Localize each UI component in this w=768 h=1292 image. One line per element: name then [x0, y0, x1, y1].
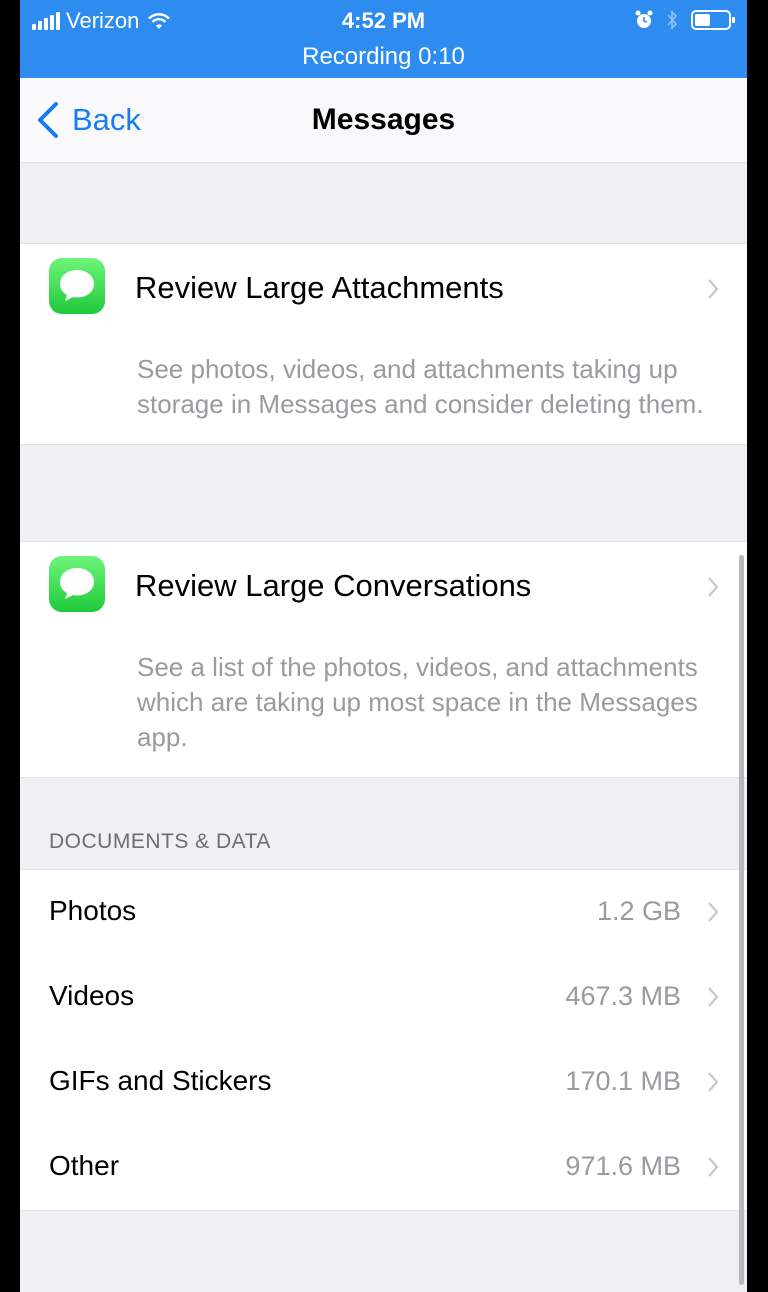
recording-indicator[interactable]: Recording 0:10 — [20, 43, 747, 71]
card-title: Review Large Attachments — [135, 270, 504, 305]
messages-app-icon — [49, 258, 105, 314]
review-attachments-button[interactable]: Review Large Attachments — [20, 244, 747, 332]
chevron-right-icon — [708, 279, 719, 299]
list-item-other[interactable]: Other 971.6 MB — [20, 1125, 747, 1210]
scrollbar[interactable] — [739, 555, 744, 1285]
row-label: GIFs and Stickers — [49, 1065, 272, 1096]
page-title: Messages — [311, 103, 456, 136]
chevron-right-icon — [708, 1157, 719, 1177]
row-label: Other — [49, 1150, 120, 1181]
speech-bubble-icon — [60, 270, 94, 301]
messages-app-icon — [49, 556, 105, 612]
chevron-right-icon — [708, 1072, 719, 1092]
status-bar: Verizon 4:52 PM Recording 0:10 — [20, 0, 747, 78]
speech-bubble-icon — [60, 568, 94, 599]
chevron-right-icon — [708, 902, 719, 922]
alarm-icon — [635, 10, 653, 28]
row-label: Videos — [49, 980, 135, 1011]
navigation-bar: Back Messages — [20, 78, 747, 163]
card-description: See a list of the photos, videos, and at… — [137, 652, 698, 752]
card-title: Review Large Conversations — [135, 568, 532, 603]
row-label: Photos — [49, 895, 137, 926]
row-size: 170.1 MB — [565, 1066, 681, 1096]
review-conversations-button[interactable]: Review Large Conversations — [20, 542, 747, 630]
row-size: 467.3 MB — [565, 981, 681, 1011]
list-item-photos[interactable]: Photos 1.2 GB — [20, 870, 747, 955]
review-attachments-card: Review Large Attachments See photos, vid… — [20, 243, 747, 445]
list-item-videos[interactable]: Videos 467.3 MB — [20, 955, 747, 1040]
battery-icon — [691, 10, 735, 30]
review-conversations-card: Review Large Conversations See a list of… — [20, 541, 747, 778]
card-description: See photos, videos, and attachments taki… — [137, 354, 704, 419]
chevron-right-icon — [708, 987, 719, 1007]
row-size: 1.2 GB — [596, 896, 681, 926]
chevron-right-icon — [708, 577, 719, 597]
documents-list: Photos 1.2 GB Videos 467.3 MB GIFs and S… — [20, 869, 747, 1211]
section-header-documents: DOCUMENTS & DATA — [49, 830, 271, 853]
status-right — [635, 9, 737, 31]
bluetooth-icon — [667, 10, 678, 30]
list-item-gifs-stickers[interactable]: GIFs and Stickers 170.1 MB — [20, 1040, 747, 1125]
row-size: 971.6 MB — [565, 1151, 681, 1181]
phone-screen: Verizon 4:52 PM Recording 0:10 Back Mess… — [20, 0, 747, 1292]
